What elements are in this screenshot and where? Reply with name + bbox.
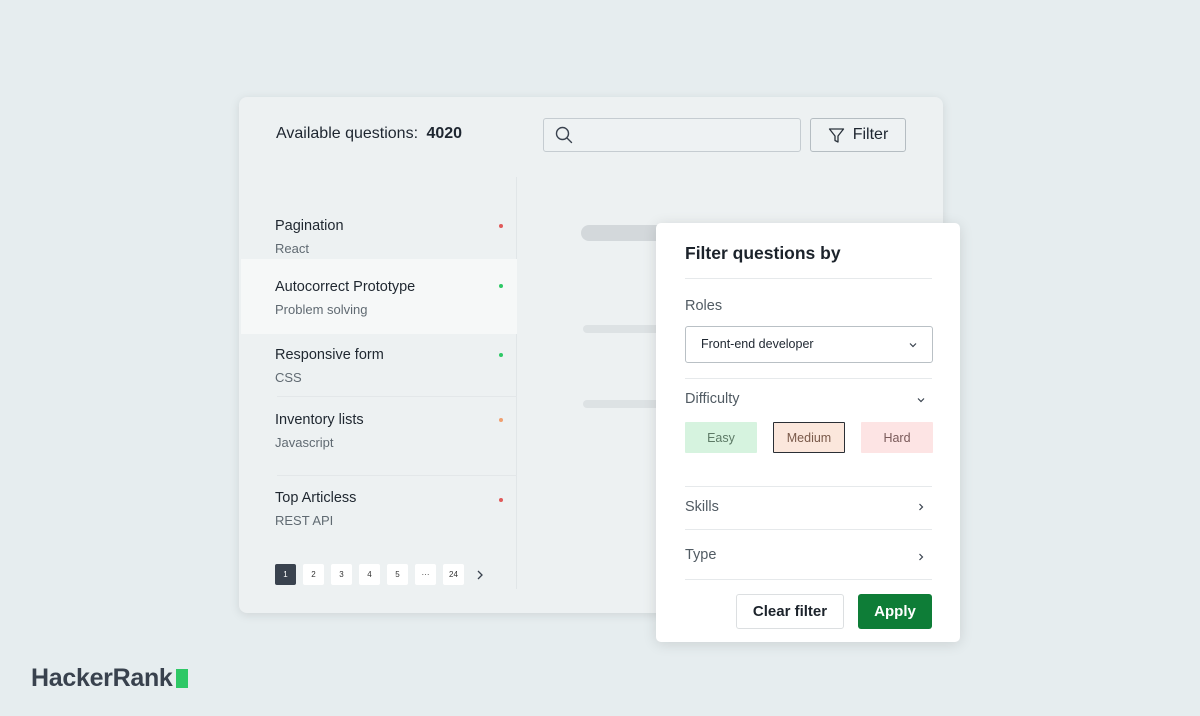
- page-2-button[interactable]: 2: [303, 564, 324, 585]
- filter-popup: Filter questions by Roles Front-end deve…: [656, 223, 960, 642]
- question-category: Javascript: [275, 435, 334, 450]
- apply-button[interactable]: Apply: [858, 594, 932, 629]
- chevron-right-icon[interactable]: [916, 502, 926, 512]
- question-category: React: [275, 241, 309, 256]
- page-3-button[interactable]: 3: [331, 564, 352, 585]
- status-dot: [499, 284, 503, 288]
- question-title: Autocorrect Prototype: [275, 279, 416, 295]
- available-questions-heading: Available questions: 4020: [276, 125, 462, 143]
- difficulty-medium-button[interactable]: Medium: [773, 422, 845, 453]
- page-24-button[interactable]: 24: [443, 564, 464, 585]
- divider: [685, 579, 932, 580]
- placeholder-bar: [583, 400, 663, 408]
- question-title: Top Articless: [275, 490, 357, 506]
- question-item-autocorrect-prototype[interactable]: Autocorrect Prototype Problem solving: [241, 259, 517, 334]
- page-1-button[interactable]: 1: [275, 564, 296, 585]
- divider: [685, 278, 932, 279]
- filter-popup-title: Filter questions by: [685, 243, 841, 263]
- pagination: 1 2 3 4 5 ··· 24: [275, 564, 487, 585]
- available-label: Available questions:: [276, 125, 419, 142]
- filter-button-label: Filter: [852, 126, 889, 143]
- status-dot: [499, 418, 503, 422]
- question-category: REST API: [275, 513, 334, 528]
- question-title: Pagination: [275, 218, 344, 234]
- chevron-right-icon[interactable]: [916, 552, 926, 562]
- question-item-top-articless[interactable]: Top Articless REST API: [241, 477, 517, 549]
- hackerrank-logo: HackerRank: [31, 664, 188, 693]
- placeholder-bar: [583, 325, 663, 333]
- divider: [685, 378, 932, 379]
- logo-mark-icon: [175, 669, 188, 688]
- skills-label[interactable]: Skills: [685, 499, 719, 515]
- chevron-right-icon[interactable]: [473, 568, 487, 582]
- status-dot: [499, 353, 503, 357]
- page-4-button[interactable]: 4: [359, 564, 380, 585]
- question-item-inventory-lists[interactable]: Inventory lists Javascript: [241, 399, 517, 471]
- chevron-down-icon: [909, 343, 917, 348]
- status-dot: [499, 498, 503, 502]
- difficulty-easy-button[interactable]: Easy: [685, 422, 757, 453]
- filter-button[interactable]: Filter: [810, 118, 906, 152]
- logo-text: HackerRank: [31, 664, 173, 692]
- type-label[interactable]: Type: [685, 547, 716, 563]
- chevron-down-icon[interactable]: [916, 395, 926, 405]
- page-5-button[interactable]: 5: [387, 564, 408, 585]
- search-input[interactable]: [543, 118, 801, 152]
- question-category: CSS: [275, 370, 302, 385]
- difficulty-label[interactable]: Difficulty: [685, 391, 740, 407]
- question-list: Pagination React Autocorrect Prototype P…: [241, 177, 517, 589]
- difficulty-hard-button[interactable]: Hard: [861, 422, 933, 453]
- clear-filter-button[interactable]: Clear filter: [736, 594, 844, 629]
- divider: [685, 486, 932, 487]
- available-count: 4020: [426, 125, 463, 142]
- roles-label: Roles: [685, 298, 723, 314]
- search-icon: [555, 126, 573, 144]
- status-dot: [499, 224, 503, 228]
- page-ellipsis: ···: [415, 564, 436, 585]
- funnel-icon: [828, 127, 844, 143]
- divider: [685, 529, 932, 530]
- question-title: Responsive form: [275, 347, 384, 363]
- roles-selected-value: Front-end developer: [701, 337, 814, 351]
- question-category: Problem solving: [275, 302, 368, 317]
- divider: [277, 396, 517, 397]
- divider: [277, 475, 517, 476]
- question-title: Inventory lists: [275, 412, 364, 428]
- roles-select[interactable]: Front-end developer: [685, 326, 933, 363]
